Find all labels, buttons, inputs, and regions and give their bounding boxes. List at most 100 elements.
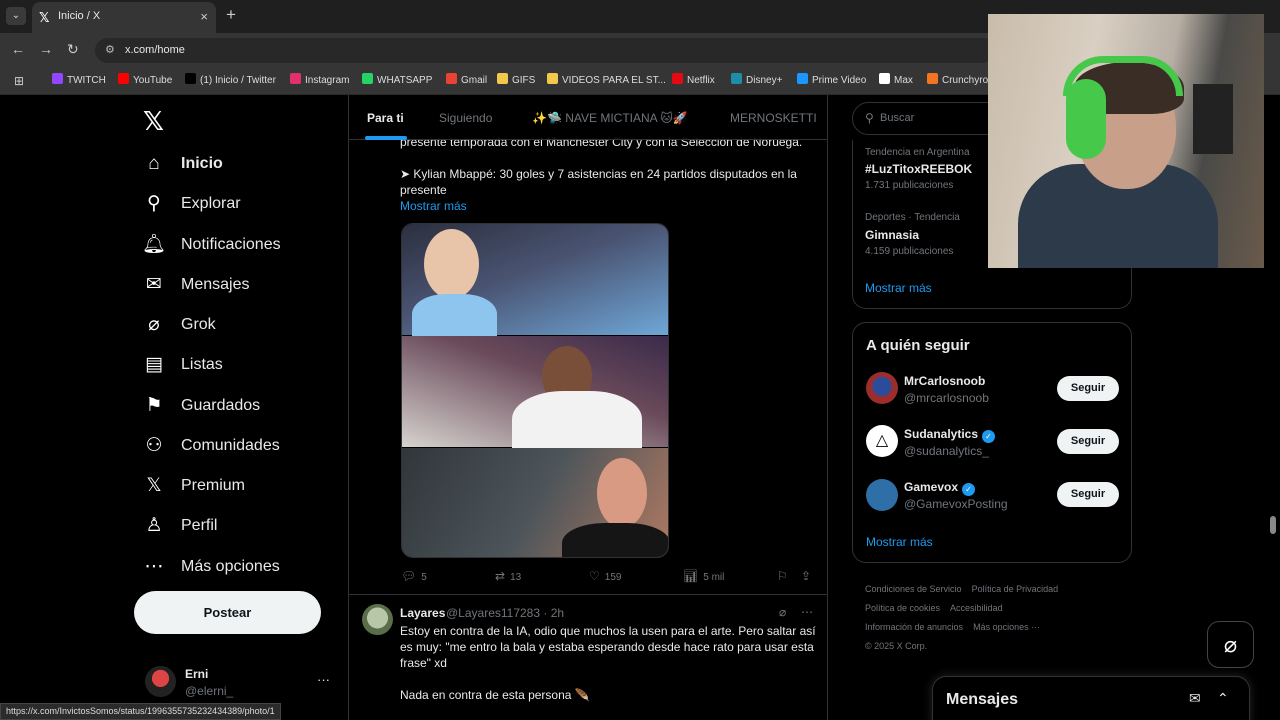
bookmark-item[interactable]: TWITCH xyxy=(52,73,106,89)
footer-link[interactable]: Información de anuncios xyxy=(865,622,963,632)
follow-name[interactable]: Sudanalytics ✓ xyxy=(904,427,996,443)
tab-mernosketti[interactable]: MERNOSKETTI xyxy=(730,111,817,125)
bookmark-item[interactable]: YouTube xyxy=(118,73,172,89)
bookmark-favicon-icon xyxy=(446,73,457,84)
bookmark-label: VIDEOS PARA EL ST... xyxy=(562,75,666,86)
site-settings-icon[interactable]: ⚙ xyxy=(105,43,115,56)
lists-icon: ▤ xyxy=(145,354,163,375)
follow-button[interactable]: Seguir xyxy=(1057,482,1119,507)
copyright: © 2025 X Corp. xyxy=(865,641,928,651)
bookmark-item[interactable]: VIDEOS PARA EL ST... xyxy=(547,73,666,89)
account-name: Erni xyxy=(185,667,209,681)
messages-drawer[interactable]: Mensajes ✉ ⌃ xyxy=(932,676,1250,720)
show-more-follow-link[interactable]: Mostrar más xyxy=(866,535,933,549)
bookmark-item[interactable]: Gmail xyxy=(446,73,487,89)
reply-button[interactable]: 💬︎ 5 xyxy=(401,569,427,583)
bookmark-item[interactable]: Crunchyro xyxy=(927,73,988,89)
messages-icon: ✉ xyxy=(146,274,162,295)
bookmark-item[interactable]: (1) Inicio / Twitter xyxy=(185,73,276,89)
close-tab-icon[interactable]: × xyxy=(200,9,208,24)
bookmark-item[interactable]: Prime Video xyxy=(797,73,866,89)
tweet-photo-3[interactable] xyxy=(402,448,668,557)
avatar[interactable] xyxy=(866,479,898,511)
tweet-text-line: frase" xd xyxy=(400,656,447,670)
show-more-link[interactable]: Mostrar más xyxy=(400,199,467,213)
new-message-icon[interactable]: ✉ xyxy=(1189,690,1201,707)
retweet-icon: ⇄ xyxy=(495,569,506,583)
scrollbar-thumb[interactable] xyxy=(1270,516,1276,534)
bookmark-label: Instagram xyxy=(305,75,350,86)
who-to-follow-title: A quién seguir xyxy=(866,337,970,354)
grok-icon[interactable]: ⌀ xyxy=(779,605,786,619)
follow-button[interactable]: Seguir xyxy=(1057,376,1119,401)
tweet-photo-1[interactable] xyxy=(402,224,668,344)
bookmark-label: Gmail xyxy=(461,75,488,86)
tab-para-ti[interactable]: Para ti xyxy=(367,111,404,125)
tab-title: Inicio / X xyxy=(58,10,101,22)
avatar[interactable] xyxy=(362,604,393,635)
bookmarks-icon: ⚑ xyxy=(145,395,163,416)
footer-link[interactable]: Política de cookies xyxy=(865,603,940,613)
tweet-media[interactable] xyxy=(401,223,669,558)
bookmark-item[interactable]: Netflix xyxy=(672,73,715,89)
footer-link[interactable]: Accesibilidad xyxy=(950,603,1003,613)
tab-siguiendo[interactable]: Siguiendo xyxy=(439,111,492,125)
tweet-text-line: Nada en contra de esta persona 🪶 xyxy=(400,688,590,702)
bookmark-item[interactable]: WHATSAPP xyxy=(362,73,432,89)
like-button[interactable]: ♡ 159 xyxy=(589,569,621,583)
tweet-photo-2[interactable] xyxy=(402,336,668,461)
account-switcher[interactable]: Erni @elerni_ ··· xyxy=(145,664,335,704)
bookmark-label: Prime Video xyxy=(812,75,867,86)
trend-count: 1.731 publicaciones xyxy=(865,180,954,191)
apps-grid-icon[interactable]: ⊞ xyxy=(14,74,24,88)
sudanalytics-logo-icon[interactable]: △ xyxy=(866,425,898,457)
trend-title[interactable]: #LuzTitoxREEBOK xyxy=(865,162,972,176)
nav-item-label: Listas xyxy=(181,356,223,373)
verified-badge-icon: ✓ xyxy=(982,430,996,443)
follow-button[interactable]: Seguir xyxy=(1057,429,1119,454)
expand-icon[interactable]: ⌃ xyxy=(1217,690,1229,707)
tab-nave-mictiana[interactable]: ✨🛸 NAVE MICTIANA 🐱🚀 xyxy=(532,111,688,125)
url-field[interactable]: ⚙ x.com/home xyxy=(95,38,995,63)
tweet-author-name[interactable]: Layares xyxy=(400,606,445,620)
grok-button[interactable]: ⌀ xyxy=(1207,621,1254,668)
follow-name[interactable]: MrCarlosnoob xyxy=(904,374,985,388)
share-icon[interactable]: ⇪ xyxy=(801,569,816,583)
tab-search-icon[interactable]: ⌄ xyxy=(6,7,26,25)
verified-badge-icon: ✓ xyxy=(962,483,976,496)
footer-link[interactable]: Condiciones de Servicio xyxy=(865,584,962,594)
bookmark-icon[interactable]: ⚐ xyxy=(777,569,793,583)
url-text[interactable]: x.com/home xyxy=(125,44,185,56)
avatar[interactable] xyxy=(866,372,898,404)
follow-handle: @sudanalytics_ xyxy=(904,444,989,458)
nav-item-label: Perfil xyxy=(181,517,218,534)
bookmark-label: Crunchyro xyxy=(942,75,989,86)
reload-icon[interactable]: ↻ xyxy=(67,41,79,58)
bookmark-item[interactable]: Disney+ xyxy=(731,73,782,89)
bookmark-item[interactable]: GIFS xyxy=(497,73,535,89)
more-options-icon[interactable]: ··· xyxy=(317,672,330,687)
bookmark-label: Disney+ xyxy=(746,75,783,86)
trend-title[interactable]: Gimnasia xyxy=(865,228,919,242)
footer-link[interactable]: Política de Privacidad xyxy=(972,584,1059,594)
bookmark-item[interactable]: Instagram xyxy=(290,73,349,89)
footer-links: Condiciones de Servicio Política de Priva… xyxy=(865,580,1125,656)
footer-link[interactable]: Más opciones ··· xyxy=(973,622,1040,632)
show-more-trends-link[interactable]: Mostrar más xyxy=(865,281,932,295)
more-options-icon[interactable]: ⋯ xyxy=(801,605,813,619)
views-button[interactable]: 📊︎ 5 mil xyxy=(683,569,724,583)
back-arrow-icon[interactable]: ← xyxy=(11,41,25,57)
follow-name[interactable]: Gamevox ✓ xyxy=(904,480,976,496)
browser-tab[interactable]: 𝕏 Inicio / X × xyxy=(32,2,216,33)
new-tab-button[interactable]: + xyxy=(226,5,236,25)
more-icon: ⋯ xyxy=(144,556,164,577)
background-object xyxy=(1193,84,1233,154)
forward-arrow-icon[interactable]: → xyxy=(39,41,53,57)
retweet-button[interactable]: ⇄ 13 xyxy=(495,569,521,583)
follow-handle: @GamevoxPosting xyxy=(904,497,1008,511)
explore-icon: ⚲ xyxy=(147,193,161,214)
x-logo-icon[interactable]: 𝕏 xyxy=(143,106,164,137)
post-button[interactable]: Postear xyxy=(134,591,321,634)
bookmark-item[interactable]: Max xyxy=(879,73,913,89)
bookmark-favicon-icon xyxy=(362,73,373,84)
